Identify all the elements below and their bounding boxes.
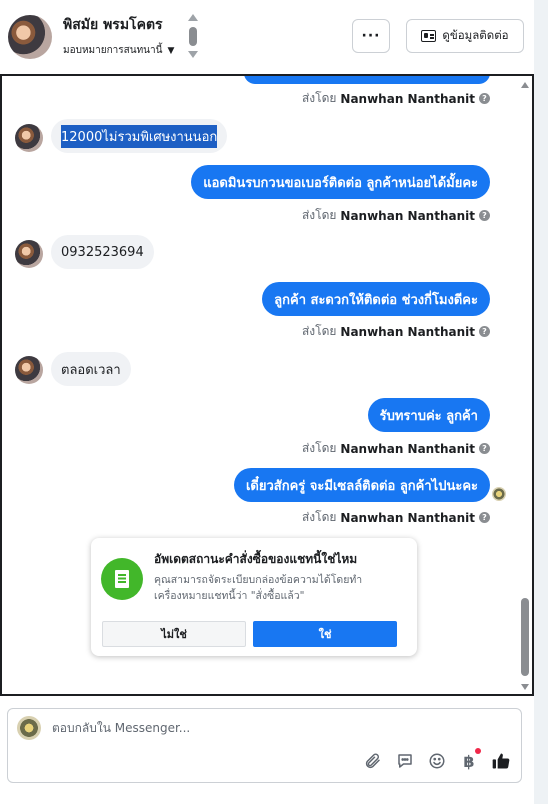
- sent-by-line: ส่งโดย Nanwhan Nanthanit ?: [302, 322, 490, 341]
- info-icon[interactable]: ?: [479, 93, 490, 104]
- attachment-icon[interactable]: [362, 750, 384, 772]
- sent-by-line: ส่งโดย Nanwhan Nanthanit ?: [302, 89, 490, 108]
- assign-conversation-dropdown[interactable]: มอบหมายการสนทนานี้ ▼: [63, 43, 174, 58]
- view-contact-label: ดูข้อมูลติดต่อ: [442, 28, 509, 42]
- saved-reply-icon[interactable]: [394, 750, 416, 772]
- prompt-description: คุณสามารถจัดระเบียบกล่องข้อความได้โดยทำเ…: [154, 574, 363, 602]
- info-icon[interactable]: ?: [479, 443, 490, 454]
- reply-composer: ฿: [7, 708, 522, 783]
- payment-icon[interactable]: ฿: [458, 748, 481, 772]
- conversation-header: พิสมัย พรมโคตร มอบหมายการสนทนานี้ ▼ ··· …: [0, 0, 534, 76]
- outgoing-message[interactable]: รับทราบค่ะ ลูกค้า: [367, 398, 490, 432]
- order-receipt-icon: [101, 558, 143, 600]
- reply-input[interactable]: [52, 721, 452, 735]
- thread-scrollbar[interactable]: [520, 80, 530, 692]
- outgoing-message[interactable]: ลูกค้า สะดวกให้ติดต่อ ช่วงกี่โมงดีคะ: [262, 282, 490, 316]
- contact-name[interactable]: พิสมัย พรมโคตร: [63, 14, 163, 36]
- sent-by-line: ส่งโดย Nanwhan Nanthanit ?: [302, 439, 490, 458]
- outgoing-message-partial: [244, 76, 490, 84]
- assign-label: มอบหมายการสนทนานี้: [63, 45, 163, 56]
- contact-avatar[interactable]: [8, 15, 52, 59]
- sent-by-line: ส่งโดย Nanwhan Nanthanit ?: [302, 206, 490, 225]
- no-button[interactable]: ไม่ใช่: [102, 621, 246, 647]
- outgoing-message[interactable]: แอดมินรบกวนขอเบอร์ติดต่อ ลูกค้าหน่อยได้ม…: [191, 165, 490, 199]
- seen-indicator-avatar: [492, 487, 506, 501]
- order-status-prompt: อัพเดตสถานะคำสั่งซื้อของแชทนี้ใช่ไหม คุณ…: [91, 538, 417, 656]
- view-contact-button[interactable]: ดูข้อมูลติดต่อ: [406, 19, 524, 53]
- yes-button[interactable]: ใช่: [253, 621, 397, 647]
- scroll-down-icon[interactable]: [521, 684, 529, 690]
- caret-down-icon: ▼: [167, 45, 175, 56]
- sent-by-line: ส่งโดย Nanwhan Nanthanit ?: [302, 508, 490, 527]
- sender-avatar: [15, 124, 43, 152]
- incoming-message[interactable]: ตลอดเวลา: [51, 352, 131, 386]
- info-icon[interactable]: ?: [479, 210, 490, 221]
- info-icon[interactable]: ?: [479, 326, 490, 337]
- emoji-icon[interactable]: [426, 750, 448, 772]
- outgoing-message[interactable]: เดี๋ยวสักครู่ จะมีเซลล์ติดต่อ ลูกค้าไปนะ…: [233, 468, 490, 502]
- reorder-handle-icon[interactable]: [186, 14, 200, 60]
- inbox-conversation-panel: พิสมัย พรมโคตร มอบหมายการสนทนานี้ ▼ ··· …: [0, 0, 534, 804]
- like-icon[interactable]: [490, 750, 512, 772]
- message-thread[interactable]: ส่งโดย Nanwhan Nanthanit ? 12000ไม่รวมพิ…: [0, 76, 534, 696]
- scroll-up-icon[interactable]: [521, 82, 529, 88]
- prompt-title: อัพเดตสถานะคำสั่งซื้อของแชทนี้ใช่ไหม: [154, 552, 358, 566]
- contact-card-icon: [421, 30, 437, 42]
- more-options-button[interactable]: ···: [352, 19, 390, 53]
- info-icon[interactable]: ?: [479, 512, 490, 523]
- incoming-message[interactable]: 12000ไม่รวมพิเศษงานนอก: [51, 119, 228, 153]
- sender-avatar: [15, 240, 43, 268]
- incoming-message[interactable]: 0932523694: [51, 235, 154, 269]
- notification-dot: [475, 748, 481, 754]
- sender-avatar: [15, 356, 43, 384]
- scroll-thumb[interactable]: [521, 598, 529, 676]
- page-avatar: [17, 716, 41, 740]
